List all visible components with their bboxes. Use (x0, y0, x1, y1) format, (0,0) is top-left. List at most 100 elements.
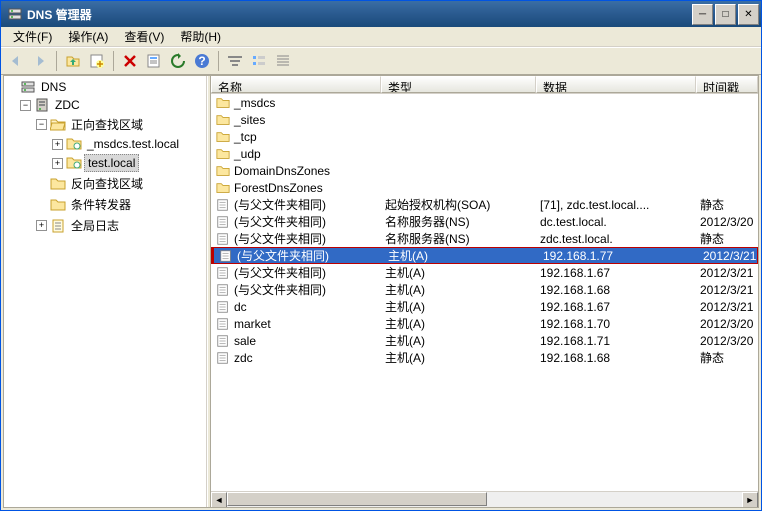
record-icon (215, 266, 231, 280)
cell-type: 主机(A) (388, 247, 428, 264)
log-icon (50, 218, 66, 234)
cell-data: 192.168.1.68 (540, 351, 610, 365)
cell-type: 起始授权机构(SOA) (385, 196, 490, 213)
window-title: DNS 管理器 (27, 6, 692, 23)
zone-icon (66, 155, 82, 171)
tree-zone-msdcs[interactable]: + _msdcs.test.local (4, 135, 206, 153)
cell-type: 主机(A) (385, 349, 425, 366)
list-row[interactable]: ForestDnsZones (211, 179, 758, 196)
tree-fwd-zones[interactable]: − 正向查找区域 (4, 114, 206, 135)
list-row[interactable]: (与父文件夹相同)主机(A)192.168.1.682012/3/21 (211, 281, 758, 298)
up-button[interactable] (62, 50, 84, 72)
list-row[interactable]: (与父文件夹相同)主机(A)192.168.1.772012/3/21 (211, 247, 758, 264)
scroll-left-icon[interactable]: ◄ (211, 492, 227, 507)
filter-button[interactable] (224, 50, 246, 72)
list-row[interactable]: market主机(A)192.168.1.702012/3/20 (211, 315, 758, 332)
toolbar-sep (218, 51, 219, 71)
list-row[interactable]: (与父文件夹相同)名称服务器(NS)dc.test.local.2012/3/2… (211, 213, 758, 230)
expander-icon[interactable]: + (36, 220, 47, 231)
menu-action[interactable]: 操作(A) (60, 26, 116, 47)
col-header-data[interactable]: 数据 (536, 76, 696, 93)
cell-name: sale (234, 334, 256, 348)
delete-button[interactable] (119, 50, 141, 72)
cell-data: 192.168.1.70 (540, 317, 610, 331)
minimize-button[interactable]: ─ (692, 4, 713, 25)
cell-name: _udp (234, 147, 261, 161)
col-header-name[interactable]: 名称 (211, 76, 381, 93)
menu-view[interactable]: 查看(V) (116, 26, 172, 47)
zone-icon (66, 136, 82, 152)
list-row[interactable]: (与父文件夹相同)起始授权机构(SOA)[71], zdc.test.local… (211, 196, 758, 213)
tree-label: 正向查找区域 (68, 115, 146, 134)
record-icon (215, 232, 231, 246)
cell-name: (与父文件夹相同) (234, 230, 326, 247)
tree-server[interactable]: − ZDC (4, 96, 206, 114)
scroll-thumb[interactable] (227, 492, 487, 506)
cell-type: 主机(A) (385, 332, 425, 349)
detail-view-icon (275, 53, 291, 69)
record-icon (215, 283, 231, 297)
tree-cond-fwd[interactable]: 条件转发器 (4, 194, 206, 215)
list-row[interactable]: _tcp (211, 128, 758, 145)
tree-rev-zones[interactable]: 反向查找区域 (4, 173, 206, 194)
scroll-track[interactable] (227, 492, 742, 507)
menu-help[interactable]: 帮助(H) (172, 26, 229, 47)
list-pane: 名称 类型 数据 时间戳 _msdcs _sites_tcp _udpDomainD… (211, 76, 758, 507)
filter-icon (227, 53, 243, 69)
cell-data: 192.168.1.67 (540, 266, 610, 280)
cell-data: 192.168.1.67 (540, 300, 610, 314)
menu-file[interactable]: 文件(F) (5, 26, 60, 47)
back-icon (8, 53, 24, 69)
view-list-button[interactable] (248, 50, 270, 72)
tree-label: _msdcs.test.local (84, 136, 182, 152)
back-button[interactable] (5, 50, 27, 72)
record-icon (218, 249, 234, 263)
refresh-button[interactable] (167, 50, 189, 72)
list-row[interactable]: sale主机(A)192.168.1.712012/3/20 (211, 332, 758, 349)
expander-icon[interactable]: + (52, 158, 63, 169)
col-header-type[interactable]: 类型 (381, 76, 536, 93)
list-row[interactable]: _msdcs (211, 94, 758, 111)
list-row[interactable]: (与父文件夹相同)主机(A)192.168.1.672012/3/21 (211, 264, 758, 281)
dns-icon (20, 79, 36, 95)
horizontal-scrollbar[interactable]: ◄ ► (211, 491, 758, 507)
tree-root-dns[interactable]: DNS (4, 78, 206, 96)
forward-button[interactable] (29, 50, 51, 72)
cell-name: (与父文件夹相同) (234, 213, 326, 230)
tree-label: 全局日志 (68, 216, 122, 235)
close-button[interactable]: ✕ (738, 4, 759, 25)
tree-label: 反向查找区域 (68, 174, 146, 193)
window-controls: ─ □ ✕ (692, 4, 759, 25)
list-row[interactable]: zdc主机(A)192.168.1.68静态 (211, 349, 758, 366)
cell-name: (与父文件夹相同) (237, 247, 329, 264)
cell-name: _sites (234, 113, 265, 127)
scroll-right-icon[interactable]: ► (742, 492, 758, 507)
record-icon (215, 351, 231, 365)
folder-icon (215, 147, 231, 161)
tree-zone-test[interactable]: + test.local (4, 153, 206, 173)
list-row[interactable]: DomainDnsZones (211, 162, 758, 179)
add-icon (89, 53, 105, 69)
maximize-button[interactable]: □ (715, 4, 736, 25)
expander-icon[interactable]: − (20, 100, 31, 111)
folder-icon (50, 197, 66, 213)
view-detail-button[interactable] (272, 50, 294, 72)
expander-icon[interactable]: + (52, 139, 63, 150)
list-row[interactable]: (与父文件夹相同)名称服务器(NS)zdc.test.local.静态 (211, 230, 758, 247)
properties-button[interactable] (143, 50, 165, 72)
add-record-button[interactable] (86, 50, 108, 72)
list-row[interactable]: _sites (211, 111, 758, 128)
cell-type: 主机(A) (385, 315, 425, 332)
tree-global-log[interactable]: + 全局日志 (4, 215, 206, 236)
titlebar[interactable]: DNS 管理器 ─ □ ✕ (1, 1, 761, 27)
expander-icon[interactable]: − (36, 119, 47, 130)
cell-timestamp: 2012/3/20 (700, 334, 753, 348)
help-button[interactable] (191, 50, 213, 72)
list-body[interactable]: _msdcs _sites_tcp _udpDomainDnsZonesForest… (211, 94, 758, 491)
list-row[interactable]: dc主机(A)192.168.1.672012/3/21 (211, 298, 758, 315)
tree-pane[interactable]: DNS − ZDC − 正向查找区域 + _msdcs.test.local +… (4, 76, 207, 507)
folder-icon (215, 113, 231, 127)
main-area: DNS − ZDC − 正向查找区域 + _msdcs.test.local +… (3, 75, 759, 508)
list-row[interactable]: _udp (211, 145, 758, 162)
col-header-timestamp[interactable]: 时间戳 (696, 76, 758, 93)
